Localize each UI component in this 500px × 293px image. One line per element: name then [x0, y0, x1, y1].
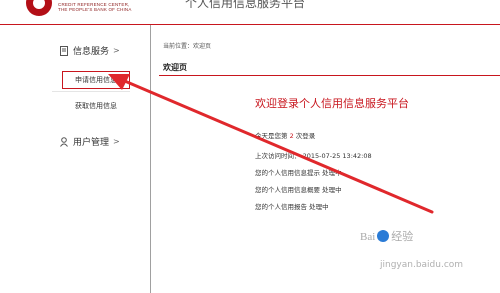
sidebar-section-label: 用户管理: [73, 138, 110, 148]
sidebar-divider: [52, 91, 130, 92]
sidebar-item-get-credit[interactable]: 获取信用信息: [75, 101, 117, 111]
document-icon: [60, 45, 68, 56]
status-line-tip[interactable]: 您的个人信用信息提示 处理中: [255, 167, 342, 177]
welcome-heading: 欢迎登录个人信用信息服务平台: [255, 97, 409, 110]
page-title-divider: [159, 75, 500, 76]
watermark-brand: Bai 经验: [360, 228, 413, 244]
user-icon: [60, 136, 68, 147]
paw-icon: [377, 230, 390, 242]
header-title: 个人信用信息服务平台: [185, 0, 306, 10]
sidebar-item-apply-credit[interactable]: 申请信用信息: [62, 71, 130, 89]
status-line-report[interactable]: 您的个人信用报告 处理中: [255, 201, 329, 211]
sidebar-section-user-manage[interactable]: 用户管理 >: [60, 135, 120, 148]
sidebar-section-label: 信息服务: [73, 47, 110, 57]
logo-icon: [26, 0, 52, 16]
logo-line-2: THE PEOPLE'S BANK OF CHINA: [58, 7, 132, 12]
header: CREDIT REFERENCE CENTER, THE PEOPLE'S BA…: [0, 0, 500, 24]
login-count-suffix: 次登录: [295, 132, 316, 140]
last-visit-text: 上次访问时间： 2015-07-25 13:42:08: [255, 150, 372, 160]
last-visit-time: 2015-07-25 13:42:08: [302, 152, 372, 160]
sidebar: 信息服务 > 申请信用信息 获取信用信息 用户管理 >: [0, 25, 151, 293]
logo-text: CREDIT REFERENCE CENTER, THE PEOPLE'S BA…: [58, 2, 132, 12]
watermark-url: jingyan.baidu.com: [380, 260, 464, 270]
page-title: 欢迎页: [163, 63, 187, 72]
last-visit-label: 上次访问时间：: [255, 152, 301, 160]
watermark-brand-text-2: 经验: [391, 231, 414, 243]
sidebar-section-info-service[interactable]: 信息服务 >: [60, 44, 120, 57]
breadcrumb: 当前位置：欢迎页: [163, 43, 212, 50]
login-count-value: 2: [289, 132, 294, 140]
chevron-right-icon: >: [113, 137, 120, 146]
chevron-right-icon: >: [113, 46, 120, 55]
login-count-text: 今天是您第 2 次登录: [255, 130, 315, 140]
status-line-summary[interactable]: 您的个人信用信息概要 处理中: [255, 184, 342, 194]
login-count-prefix: 今天是您第: [255, 132, 288, 140]
watermark-brand-text: Bai: [360, 231, 376, 243]
